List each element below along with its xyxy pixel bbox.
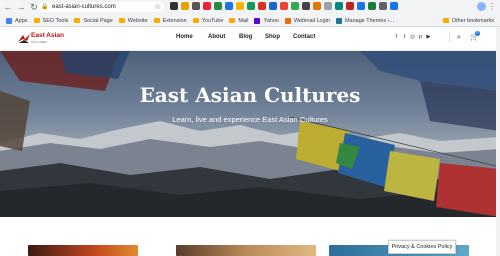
- hero-background-image: [0, 51, 500, 217]
- folder-icon: [118, 18, 125, 23]
- extension-icon[interactable]: [192, 2, 200, 10]
- page-scrollbar[interactable]: [496, 27, 500, 256]
- browser-menu-icon[interactable]: ⋮: [488, 2, 496, 12]
- post-card-image[interactable]: [28, 245, 138, 256]
- address-bar[interactable]: 🔒 east-asian-cultures.com: [38, 2, 164, 12]
- extension-icon[interactable]: [258, 2, 266, 10]
- post-card-image[interactable]: [176, 245, 316, 256]
- apps-icon: [6, 17, 12, 24]
- social-links: f t ◎ p ▶: [394, 34, 431, 40]
- pinterest-icon[interactable]: p: [418, 34, 423, 40]
- address-bar-url: east-asian-cultures.com: [52, 4, 116, 10]
- extension-icon[interactable]: [214, 2, 222, 10]
- extension-icon[interactable]: [302, 2, 310, 10]
- bookmark-star-icon[interactable]: ☆: [154, 2, 161, 12]
- bookmarks-bar: Apps SEO Tools Social Page Website Exten…: [0, 14, 500, 27]
- bookmark-apps[interactable]: Apps: [6, 17, 28, 24]
- bookmark-folder[interactable]: SEO Tools: [33, 18, 68, 24]
- folder-icon: [192, 18, 199, 23]
- webmail-icon: [284, 17, 291, 24]
- back-icon[interactable]: ←: [3, 2, 13, 12]
- nav-about[interactable]: About: [208, 34, 239, 40]
- bookmark-webmail[interactable]: Webinail Login: [284, 17, 330, 24]
- nav-shop[interactable]: Shop: [265, 34, 293, 40]
- search-icon[interactable]: ⌕: [457, 33, 461, 42]
- site-header: East Asian CULTURES Home About Blog Shop…: [0, 27, 500, 51]
- extension-icon[interactable]: [357, 2, 365, 10]
- bookmark-folder[interactable]: YouTube: [192, 18, 223, 24]
- lock-icon[interactable]: 🔒: [41, 3, 49, 11]
- nav-contact[interactable]: Contact: [293, 34, 323, 40]
- logo-bird-icon: [18, 34, 30, 44]
- youtube-icon[interactable]: ▶: [426, 34, 431, 40]
- bookmark-themes[interactable]: Manage Themes ‹...: [335, 17, 394, 24]
- twitter-icon[interactable]: t: [402, 34, 407, 40]
- bookmark-folder[interactable]: Extension: [153, 18, 187, 24]
- yahoo-icon: [254, 17, 261, 24]
- extension-icon[interactable]: [335, 2, 343, 10]
- instagram-icon[interactable]: ◎: [410, 34, 415, 40]
- header-divider: [449, 33, 450, 42]
- extension-icon[interactable]: [236, 2, 244, 10]
- extension-icon[interactable]: [379, 2, 387, 10]
- folder-icon: [74, 18, 81, 23]
- extension-icon[interactable]: [181, 2, 189, 10]
- extension-icon[interactable]: [368, 2, 376, 10]
- folder-icon: [153, 18, 160, 23]
- folder-icon: [229, 18, 236, 23]
- bookmark-folder[interactable]: Social Page: [74, 18, 113, 24]
- hero-title: East Asian Cultures: [139, 83, 361, 107]
- extension-icon[interactable]: [291, 2, 299, 10]
- folder-icon: [442, 18, 449, 23]
- forward-icon[interactable]: →: [16, 2, 26, 12]
- wordpress-icon: [335, 17, 342, 24]
- browser-chrome: ← → ↻ 🔒 east-asian-cultures.com ☆ ⋮ Apps…: [0, 0, 500, 27]
- main-nav: Home About Blog Shop Contact: [176, 34, 323, 40]
- cart-count-badge: 0: [475, 31, 480, 36]
- bookmark-other[interactable]: Other bookmarks: [442, 14, 494, 27]
- bookmark-yahoo[interactable]: Yahoo: [254, 17, 279, 24]
- profile-avatar[interactable]: [477, 2, 486, 11]
- extension-icon[interactable]: [203, 2, 211, 10]
- nav-home[interactable]: Home: [176, 34, 208, 40]
- extension-icon[interactable]: [280, 2, 288, 10]
- extension-icon[interactable]: [324, 2, 332, 10]
- privacy-cookies-button[interactable]: Privacy & Cookies Policy: [388, 240, 456, 254]
- hero-banner: East Asian Cultures Learn, live and expe…: [0, 51, 500, 217]
- logo-text: East Asian CULTURES: [31, 32, 64, 44]
- site-logo[interactable]: East Asian CULTURES: [18, 32, 64, 45]
- extension-icon[interactable]: [269, 2, 277, 10]
- browser-toolbar: ← → ↻ 🔒 east-asian-cultures.com ☆ ⋮: [0, 0, 500, 14]
- bookmark-folder[interactable]: Mail: [229, 18, 248, 24]
- bookmark-folder[interactable]: Website: [118, 18, 148, 24]
- extension-icon[interactable]: [313, 2, 321, 10]
- extension-icon[interactable]: [247, 2, 255, 10]
- nav-blog[interactable]: Blog: [239, 34, 265, 40]
- facebook-icon[interactable]: f: [394, 34, 399, 40]
- extension-icon[interactable]: [170, 2, 178, 10]
- folder-icon: [33, 18, 40, 23]
- extension-icon[interactable]: [390, 2, 398, 10]
- extension-icon[interactable]: [225, 2, 233, 10]
- extensions-strip: [170, 2, 398, 12]
- hero-subtitle: Learn, live and experience East Asian Cu…: [172, 115, 328, 124]
- extension-icon[interactable]: [346, 2, 354, 10]
